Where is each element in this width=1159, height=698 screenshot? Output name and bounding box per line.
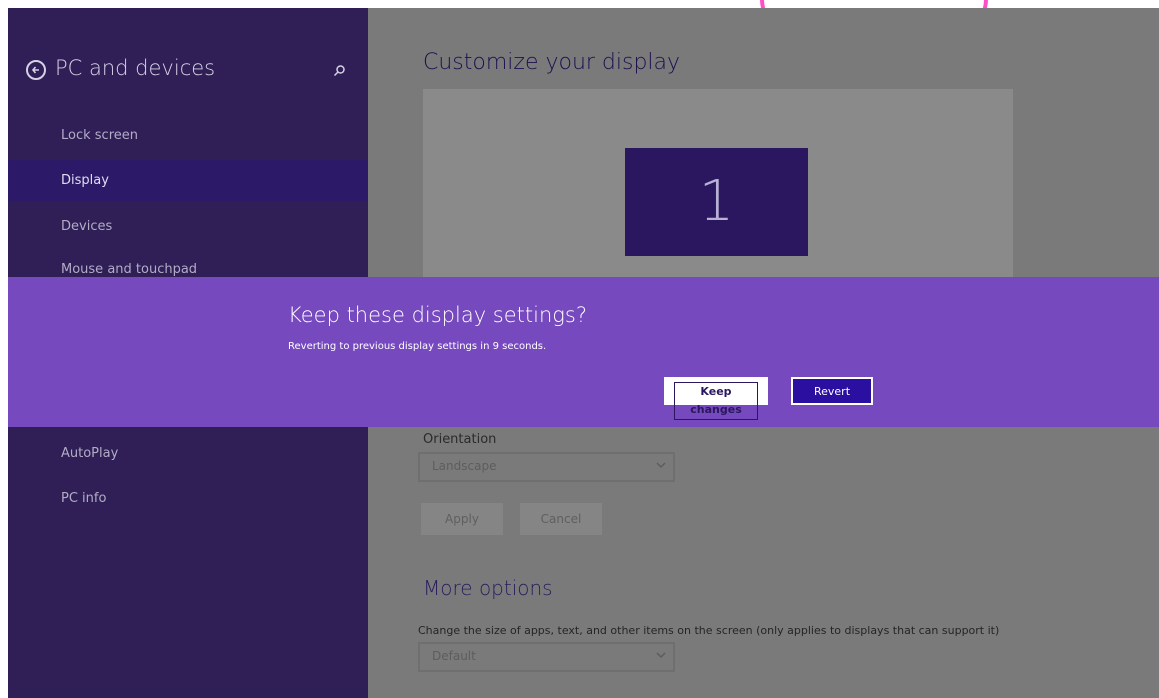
more-options-description: Change the size of apps, text, and other… [418, 624, 1000, 637]
revert-button[interactable]: Revert [791, 377, 873, 405]
chevron-down-icon [655, 459, 667, 474]
sidebar-item-pc-info[interactable]: PC info [8, 478, 368, 520]
scale-select[interactable]: Default [418, 642, 675, 672]
chevron-down-icon [655, 649, 667, 664]
dialog-message: Reverting to previous display settings i… [288, 341, 547, 352]
sidebar-item-label: PC info [61, 491, 107, 506]
sidebar-item-label: Lock screen [61, 128, 138, 143]
sidebar-item-label: Mouse and touchpad [61, 262, 198, 277]
keep-settings-dialog: Keep these display settings? Reverting t… [8, 277, 1159, 427]
apply-button[interactable]: Apply [421, 503, 503, 535]
more-options-title: More options [423, 576, 553, 600]
orientation-select[interactable]: Landscape [418, 452, 675, 482]
sidebar-item-display[interactable]: Display [8, 160, 368, 202]
sidebar-item-label: Devices [61, 219, 113, 234]
cancel-button[interactable]: Cancel [520, 503, 602, 535]
search-icon[interactable] [333, 62, 346, 77]
page-title: Customize your display [423, 50, 681, 75]
sidebar-item-devices[interactable]: Devices [8, 206, 368, 248]
sidebar-item-label: AutoPlay [61, 446, 119, 461]
orientation-value: Landscape [432, 459, 497, 473]
sidebar-item-label: Display [61, 173, 109, 188]
display-preview-area: 1 [423, 89, 1013, 279]
scale-value: Default [432, 649, 476, 663]
dialog-title: Keep these display settings? [288, 303, 587, 327]
orientation-label: Orientation [423, 432, 497, 447]
back-arrow-icon[interactable] [26, 60, 46, 80]
sidebar-item-autoplay[interactable]: AutoPlay [8, 433, 368, 475]
monitor-tile[interactable]: 1 [625, 148, 808, 256]
sidebar-item-lock-screen[interactable]: Lock screen [8, 115, 368, 157]
keep-changes-label: Keep changes [674, 382, 758, 420]
sidebar-title: PC and devices [55, 56, 216, 80]
keep-changes-button[interactable]: Keep changes [664, 377, 768, 420]
sidebar-header: PC and devices [8, 56, 368, 98]
